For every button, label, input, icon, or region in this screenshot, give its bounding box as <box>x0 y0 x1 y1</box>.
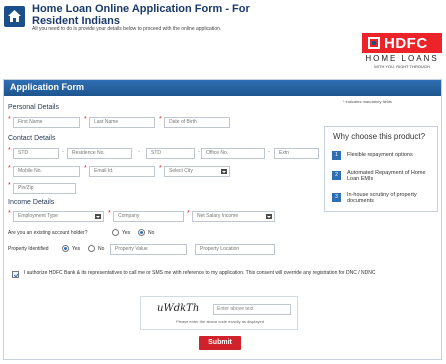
feature-number: 3 <box>332 193 341 202</box>
why-choose-panel: Why choose this product? 1 Flexible repa… <box>324 126 438 212</box>
dash: - <box>138 149 140 155</box>
form-header: Application Form <box>4 80 441 96</box>
dash: - <box>198 149 200 155</box>
form-title: Application Form <box>10 82 84 92</box>
income-details-heading: Income Details <box>8 199 55 206</box>
required-mark: * <box>8 210 11 217</box>
captcha-input[interactable]: Enter above text <box>213 304 291 315</box>
logo-brand: HDFC <box>384 34 428 52</box>
employment-type-value: Employment Type <box>18 213 58 219</box>
required-mark: * <box>84 165 87 172</box>
property-yes-radio[interactable] <box>62 245 69 252</box>
consent-checkbox[interactable] <box>12 271 19 278</box>
required-mark: * <box>8 165 11 172</box>
existing-no-radio[interactable] <box>138 229 145 236</box>
mobile-input[interactable]: Mobile No. <box>13 166 80 177</box>
required-mark: * <box>108 210 111 217</box>
required-mark: * <box>8 147 11 154</box>
hdfc-mark-icon <box>368 37 380 49</box>
personal-details-heading: Personal Details <box>8 104 59 111</box>
required-mark: * <box>84 116 87 123</box>
net-salary-select[interactable]: Net Salary Income <box>192 211 275 222</box>
feature-text: Flexible repayment options <box>347 152 413 158</box>
employment-type-select[interactable]: Employment Type <box>13 211 104 222</box>
std-office-input[interactable]: STD <box>146 148 195 159</box>
property-identified-label: Property Identified <box>8 246 49 252</box>
existing-account-question: Are you an existing account holder? <box>8 230 88 236</box>
required-mark: * <box>159 165 162 172</box>
mandatory-note: * indicates mandatory fields <box>343 99 392 104</box>
feature-text: Automated Repayment of Home Loan EMIs <box>347 170 426 182</box>
home-icon <box>8 10 21 22</box>
required-mark: * <box>8 116 11 123</box>
application-form: Application Form * indicates mandatory f… <box>3 79 442 360</box>
submit-button[interactable]: Submit <box>199 336 241 350</box>
page-title: Home Loan Online Application Form - For … <box>32 3 250 27</box>
existing-yes-radio[interactable] <box>112 229 119 236</box>
required-mark: * <box>187 210 190 217</box>
office-no-input[interactable]: Office No. <box>201 148 265 159</box>
feature-text: In-house scrutiny of property documents <box>347 192 417 204</box>
why-choose-title: Why choose this product? <box>333 132 426 141</box>
required-mark: * <box>159 116 162 123</box>
chevron-down-icon <box>266 214 272 219</box>
property-yes-label: Yes <box>72 246 81 252</box>
page-subtitle: All you need to do is provide your detai… <box>32 26 222 32</box>
existing-no-label: No <box>148 230 155 236</box>
property-no-label: No <box>98 246 105 252</box>
pin-input[interactable]: Pin/Zip <box>13 183 76 194</box>
std-residence-input[interactable]: STD <box>13 148 59 159</box>
feature-number: 2 <box>332 171 341 180</box>
existing-yes-label: Yes <box>122 230 131 236</box>
captcha-note: Please enter the above code exactly as d… <box>176 319 264 324</box>
net-salary-value: Net Salary Income <box>197 213 239 219</box>
last-name-input[interactable]: Last Name <box>89 117 155 128</box>
dash: - <box>268 149 270 155</box>
captcha-box: uWdkTh Enter above text Please enter the… <box>140 296 298 330</box>
captcha-code: uWdkTh <box>157 303 200 314</box>
logo-tagline: WITH YOU, RIGHT THROUGH <box>374 64 430 69</box>
logo-sub: HOME LOANS <box>365 54 439 63</box>
contact-details-heading: Contact Details <box>8 135 56 142</box>
home-button[interactable] <box>4 6 25 27</box>
dash: - <box>62 149 64 155</box>
extn-input[interactable]: Extn <box>274 148 319 159</box>
property-value-input[interactable]: Property Value <box>110 244 187 255</box>
required-mark: * <box>8 182 11 189</box>
consent-text: I authorize HDFC Bank & its representati… <box>24 270 376 276</box>
property-location-input[interactable]: Property Location <box>195 244 275 255</box>
email-input[interactable]: Email Id. <box>89 166 155 177</box>
residence-no-input[interactable]: Residence No. <box>67 148 132 159</box>
first-name-input[interactable]: First Name <box>13 117 80 128</box>
city-select-value: Select City <box>169 168 193 174</box>
dob-input[interactable]: Date of Birth <box>164 117 230 128</box>
hdfc-logo: HDFC HOME LOANS WITH YOU, RIGHT THROUGH <box>362 33 442 81</box>
feature-number: 1 <box>332 151 341 160</box>
chevron-down-icon <box>221 169 227 174</box>
chevron-down-icon <box>95 214 101 219</box>
company-input[interactable]: Company <box>113 211 184 222</box>
city-select[interactable]: Select City <box>164 166 230 177</box>
property-no-radio[interactable] <box>88 245 95 252</box>
